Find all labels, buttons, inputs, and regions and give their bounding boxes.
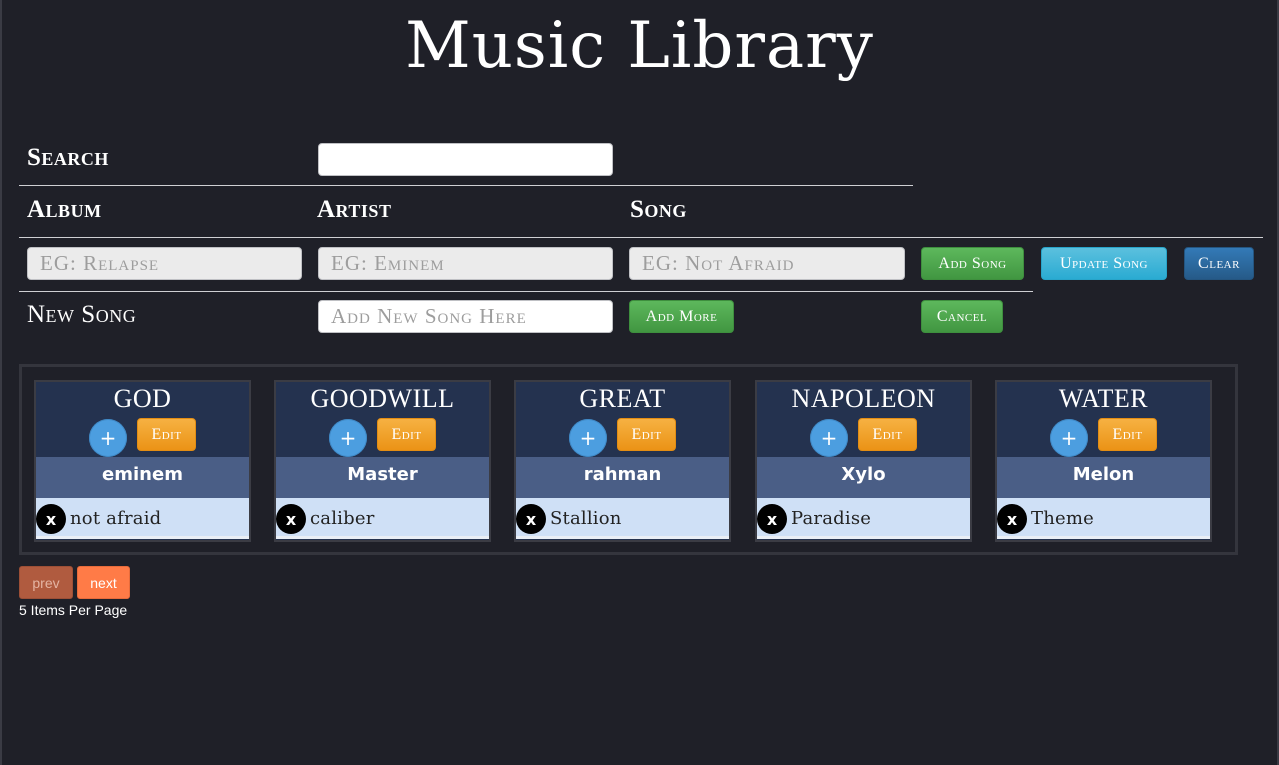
album-title: NAPOLEON — [791, 384, 936, 413]
plus-icon[interactable]: + — [1050, 419, 1088, 457]
page-title: Music Library — [405, 9, 874, 83]
song-row-divider — [757, 536, 970, 539]
song-row: x caliber — [276, 498, 489, 539]
song-row: x Theme — [997, 498, 1210, 539]
album-title: GOD — [113, 384, 172, 413]
album-list-panel: GOD + Edit eminem x not afraid GOODWILL … — [19, 364, 1238, 555]
artist-column-label: Artist — [317, 196, 392, 223]
album-title: WATER — [1058, 384, 1149, 413]
song-row-divider — [997, 536, 1210, 539]
divider-search — [19, 185, 913, 186]
artist-name: eminem — [36, 457, 249, 498]
song-title: Paradise — [791, 508, 872, 529]
album-card: GOODWILL + Edit Master x caliber — [274, 380, 491, 542]
close-icon[interactable]: x — [516, 504, 546, 534]
plus-icon[interactable]: + — [329, 419, 367, 457]
artist-input[interactable] — [318, 247, 613, 280]
song-row: x Paradise — [757, 498, 970, 539]
song-input[interactable] — [629, 247, 905, 280]
plus-icon[interactable]: + — [89, 419, 127, 457]
close-icon[interactable]: x — [757, 504, 787, 534]
album-card: WATER + Edit Melon x Theme — [995, 380, 1212, 542]
song-title: Theme — [1031, 508, 1094, 529]
album-column-label: Album — [27, 196, 102, 223]
cancel-button[interactable]: Cancel — [921, 300, 1003, 333]
song-title: caliber — [310, 508, 375, 529]
song-column-label: Song — [630, 196, 687, 223]
prev-page-button[interactable]: prev — [19, 566, 73, 599]
song-row: x not afraid — [36, 498, 249, 539]
artist-name: Xylo — [757, 457, 970, 498]
divider-inputs — [19, 291, 1033, 292]
add-more-button[interactable]: Add More — [629, 300, 734, 333]
add-song-button[interactable]: Add Song — [921, 247, 1024, 280]
new-song-input[interactable] — [318, 300, 613, 333]
divider-header — [19, 237, 1263, 238]
edit-album-button[interactable]: Edit — [1098, 418, 1157, 451]
new-song-label: New Song — [27, 301, 137, 328]
search-input[interactable] — [318, 143, 613, 176]
close-icon[interactable]: x — [997, 504, 1027, 534]
song-row: x Stallion — [516, 498, 729, 539]
artist-name: Melon — [997, 457, 1210, 498]
plus-icon[interactable]: + — [810, 419, 848, 457]
clear-button[interactable]: Clear — [1184, 247, 1254, 280]
album-card: GOD + Edit eminem x not afraid — [34, 380, 251, 542]
song-title: Stallion — [550, 508, 622, 529]
edit-album-button[interactable]: Edit — [137, 418, 196, 451]
song-title: not afraid — [70, 508, 162, 529]
close-icon[interactable]: x — [36, 504, 66, 534]
song-row-divider — [276, 536, 489, 539]
edit-album-button[interactable]: Edit — [617, 418, 676, 451]
album-input[interactable] — [27, 247, 302, 280]
artist-name: Master — [276, 457, 489, 498]
next-page-button[interactable]: next — [77, 566, 130, 599]
edit-album-button[interactable]: Edit — [858, 418, 917, 451]
album-title: GREAT — [579, 384, 666, 413]
update-song-button[interactable]: Update Song — [1041, 247, 1167, 280]
plus-icon[interactable]: + — [569, 419, 607, 457]
album-card: NAPOLEON + Edit Xylo x Paradise — [755, 380, 972, 542]
edit-album-button[interactable]: Edit — [377, 418, 436, 451]
album-title: GOODWILL — [310, 384, 455, 413]
song-row-divider — [36, 536, 249, 539]
artist-name: rahman — [516, 457, 729, 498]
frame-left-edge — [0, 0, 2, 765]
song-row-divider — [516, 536, 729, 539]
album-card: GREAT + Edit rahman x Stallion — [514, 380, 731, 542]
search-label: Search — [27, 144, 109, 171]
close-icon[interactable]: x — [276, 504, 306, 534]
items-per-page-text: 5 Items Per Page — [19, 602, 128, 618]
